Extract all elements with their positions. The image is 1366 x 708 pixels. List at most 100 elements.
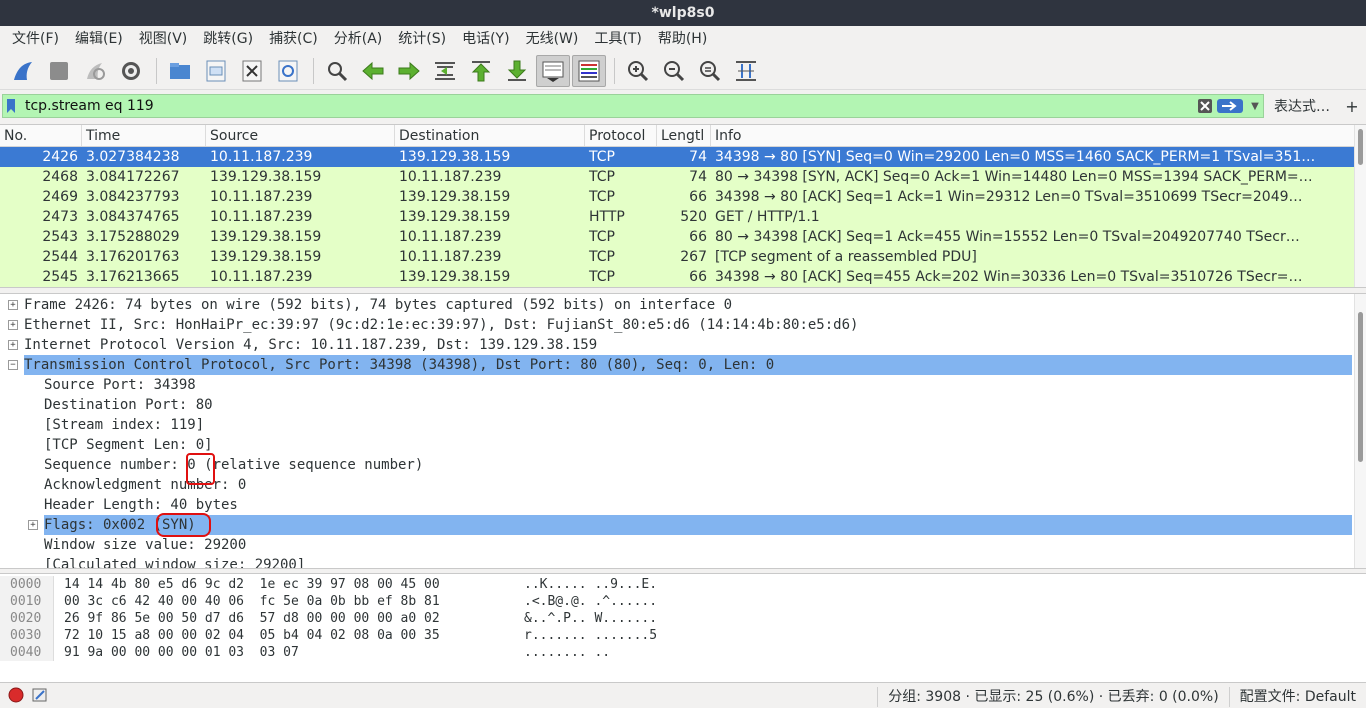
packet-row[interactable]: 2544 3.176201763 139.129.38.159 10.11.187.2… xyxy=(0,247,1366,267)
detail-tree-text: Ethernet II, Src: HonHaiPr_ec:39:97 (9c:… xyxy=(24,317,859,333)
packet-row[interactable]: 2469 3.084237793 10.11.187.239 139.129.38.1… xyxy=(0,187,1366,207)
packet-time-cell: 3.176213665 xyxy=(86,269,180,285)
bytes-offset[interactable]: 0030 xyxy=(0,627,54,644)
capture-options-icon[interactable] xyxy=(114,55,148,87)
expert-info-icon[interactable] xyxy=(8,687,24,707)
menu-file[interactable]: 文件(F) xyxy=(4,26,67,52)
menu-analyze[interactable]: 分析(A) xyxy=(326,26,391,52)
packet-protocol-cell: TCP xyxy=(589,189,615,205)
clear-filter-icon[interactable] xyxy=(1197,98,1213,114)
capture-comment-icon[interactable] xyxy=(32,687,48,707)
detail-tree-item[interactable]: [Calculated window size: 29200] xyxy=(0,555,1366,568)
bytes-hex[interactable]: 00 3c c6 42 40 00 40 06 fc 5e 0a 0b bb e… xyxy=(54,593,524,610)
bytes-ascii[interactable]: &..^.P.. W....... xyxy=(524,610,657,627)
expand-icon[interactable]: + xyxy=(28,520,38,530)
collapse-icon[interactable]: − xyxy=(8,360,18,370)
bytes-offset[interactable]: 0000 xyxy=(0,576,54,593)
bytes-offset[interactable]: 0010 xyxy=(0,593,54,610)
go-last-packet-icon[interactable] xyxy=(500,55,534,87)
detail-tree-item[interactable]: [Stream index: 119] xyxy=(0,415,1366,435)
menu-tools[interactable]: 工具(T) xyxy=(586,26,649,52)
detail-tree-item[interactable]: Header Length: 40 bytes xyxy=(0,495,1366,515)
statusbar: 分组: 3908 · 已显示: 25 (0.6%) · 已丢弃: 0 (0.0%… xyxy=(0,686,1366,708)
expand-icon[interactable]: + xyxy=(8,340,18,350)
column-destination[interactable]: Destination xyxy=(395,125,585,146)
bytes-offset[interactable]: 0040 xyxy=(0,644,54,661)
bytes-hex[interactable]: 72 10 15 a8 00 00 02 04 05 b4 04 02 08 0… xyxy=(54,627,524,644)
detail-tree-item[interactable]: Acknowledgment number: 0 xyxy=(0,475,1366,495)
go-to-packet-icon[interactable] xyxy=(428,55,462,87)
autoscroll-icon[interactable] xyxy=(536,54,570,87)
detail-tree-item[interactable]: Destination Port: 80 xyxy=(0,395,1366,415)
bytes-offset[interactable]: 0020 xyxy=(0,610,54,627)
column-source[interactable]: Source xyxy=(206,125,395,146)
reload-file-icon[interactable] xyxy=(271,55,305,87)
menu-go[interactable]: 跳转(G) xyxy=(195,26,261,52)
menu-capture[interactable]: 捕获(C) xyxy=(261,26,326,52)
bytes-ascii[interactable]: r....... .......5 xyxy=(524,627,657,644)
expression-button[interactable]: 表达式… xyxy=(1264,96,1340,116)
main-toolbar xyxy=(0,52,1366,90)
detail-tree-item[interactable]: + Internet Protocol Version 4, Src: 10.11… xyxy=(0,335,1366,355)
packet-row[interactable]: 2473 3.084374765 10.11.187.239 139.129.38.1… xyxy=(0,207,1366,227)
detail-tree-item[interactable]: + Ethernet II, Src: HonHaiPr_ec:39:97 (9c… xyxy=(0,315,1366,335)
bytes-hex[interactable]: 14 14 4b 80 e5 d6 9c d2 1e ec 39 97 08 0… xyxy=(54,576,524,593)
packet-details-scrollbar[interactable] xyxy=(1354,294,1366,568)
zoom-normal-icon[interactable] xyxy=(693,55,727,87)
shark-fin-start-icon[interactable] xyxy=(6,55,40,87)
column-length[interactable]: Lengtl xyxy=(657,125,711,146)
packet-info-cell: [TCP segment of a reassembled PDU] xyxy=(715,249,977,265)
menu-edit[interactable]: 编辑(E) xyxy=(67,26,131,52)
go-forward-icon[interactable] xyxy=(392,55,426,87)
packet-list-scrollbar[interactable] xyxy=(1354,125,1366,287)
stop-capture-icon[interactable] xyxy=(42,55,76,87)
find-packet-icon[interactable] xyxy=(320,55,354,87)
column-time[interactable]: Time xyxy=(82,125,206,146)
detail-tree-item[interactable]: + Frame 2426: 74 bytes on wire (592 bits)… xyxy=(0,295,1366,315)
detail-tree-item[interactable]: − Transmission Control Protocol, Src Port… xyxy=(0,355,1366,375)
bytes-ascii[interactable]: ........ .. xyxy=(524,644,610,661)
column-info[interactable]: Info xyxy=(711,125,1366,146)
column-no[interactable]: No. xyxy=(0,125,82,146)
profile-status[interactable]: 配置文件: Default xyxy=(1228,687,1366,707)
column-protocol[interactable]: Protocol xyxy=(585,125,657,146)
menu-help[interactable]: 帮助(H) xyxy=(650,26,715,52)
go-first-packet-icon[interactable] xyxy=(464,55,498,87)
bytes-ascii[interactable]: .<.B@.@. .^...... xyxy=(524,593,657,610)
bytes-ascii[interactable]: ..K..... ..9...E. xyxy=(524,576,657,593)
restart-capture-icon[interactable] xyxy=(78,55,112,87)
packet-row[interactable]: 2545 3.176213665 10.11.187.239 139.129.38.1… xyxy=(0,267,1366,287)
filter-text[interactable]: tcp.stream eq 119 xyxy=(19,98,1197,114)
bookmark-icon[interactable] xyxy=(3,95,19,117)
bytes-hex[interactable]: 91 9a 00 00 00 00 01 03 03 07 xyxy=(54,644,524,661)
detail-tree-item[interactable]: [TCP Segment Len: 0] xyxy=(0,435,1366,455)
chevron-down-icon[interactable]: ▼ xyxy=(1247,101,1263,112)
colorize-icon[interactable] xyxy=(572,54,606,87)
detail-tree-item[interactable]: Source Port: 34398 xyxy=(0,375,1366,395)
save-file-icon[interactable] xyxy=(199,55,233,87)
packet-no-cell: 2426 xyxy=(42,149,78,165)
display-filter-input[interactable]: tcp.stream eq 119 ▼ xyxy=(2,94,1264,118)
detail-tree-item[interactable]: + Flags: 0x002 (SYN) xyxy=(0,515,1366,535)
add-filter-button[interactable]: + xyxy=(1340,97,1364,116)
apply-filter-icon[interactable] xyxy=(1217,98,1243,114)
zoom-in-icon[interactable] xyxy=(621,55,655,87)
go-back-icon[interactable] xyxy=(356,55,390,87)
zoom-out-icon[interactable] xyxy=(657,55,691,87)
packet-details: + Frame 2426: 74 bytes on wire (592 bits)… xyxy=(0,293,1366,569)
expand-icon[interactable]: + xyxy=(8,320,18,330)
resize-columns-icon[interactable] xyxy=(729,55,763,87)
packet-row[interactable]: 2543 3.175288029 139.129.38.159 10.11.187.2… xyxy=(0,227,1366,247)
menu-telephony[interactable]: 电话(Y) xyxy=(454,26,517,52)
detail-tree-item[interactable]: Sequence number: 0 (relative sequence nu… xyxy=(0,455,1366,475)
packet-row[interactable]: 2426 3.027384238 10.11.187.239 139.129.38.1… xyxy=(0,147,1366,167)
expand-icon[interactable]: + xyxy=(8,300,18,310)
detail-tree-item[interactable]: Window size value: 29200 xyxy=(0,535,1366,555)
bytes-hex[interactable]: 26 9f 86 5e 00 50 d7 d6 57 d8 00 00 00 0… xyxy=(54,610,524,627)
open-file-icon[interactable] xyxy=(163,55,197,87)
menu-wireless[interactable]: 无线(W) xyxy=(518,26,587,52)
menu-view[interactable]: 视图(V) xyxy=(131,26,196,52)
packet-row[interactable]: 2468 3.084172267 139.129.38.159 10.11.187.2… xyxy=(0,167,1366,187)
close-file-icon[interactable] xyxy=(235,55,269,87)
menu-statistics[interactable]: 统计(S) xyxy=(390,26,454,52)
